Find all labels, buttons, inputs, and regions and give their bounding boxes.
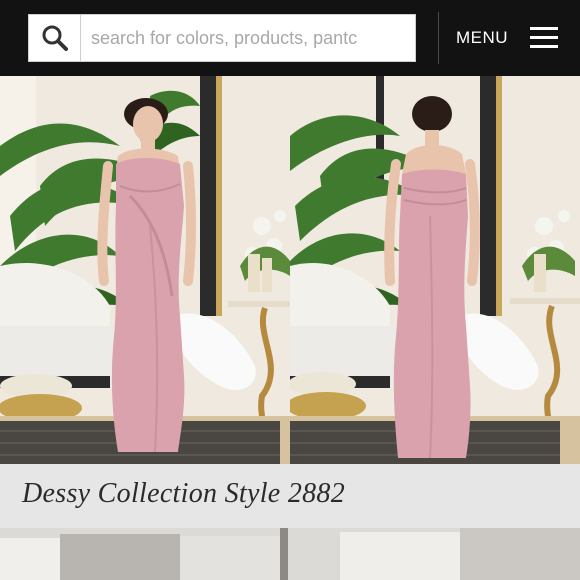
menu-label: MENU <box>456 28 509 47</box>
menu-button[interactable]: MENU <box>456 22 559 54</box>
product-photo-front <box>0 76 290 464</box>
product-title-bar: Dessy Collection Style 2882 <box>0 464 580 528</box>
search-box[interactable] <box>28 14 416 62</box>
top-navigation-bar: MENU <box>0 0 580 76</box>
header-divider <box>438 12 439 64</box>
search-input[interactable] <box>81 16 415 60</box>
product-title[interactable]: Dessy Collection Style 2882 <box>22 478 345 510</box>
search-icon[interactable] <box>29 15 81 61</box>
next-product-photo[interactable] <box>0 528 580 580</box>
product-photo-back <box>290 76 580 464</box>
hamburger-menu-icon <box>530 27 559 49</box>
product-photo[interactable] <box>0 76 580 464</box>
